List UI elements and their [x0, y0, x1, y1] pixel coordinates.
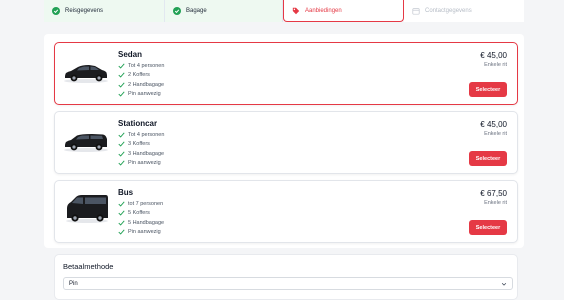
checkmark-icon [118, 229, 125, 235]
select-button[interactable]: Selecteer [469, 220, 507, 235]
checkmark-icon [118, 72, 125, 78]
select-button[interactable]: Selecteer [469, 151, 507, 166]
checkmark-icon [118, 82, 125, 88]
price: € 45,00 [480, 120, 507, 129]
step-label: Bagage [186, 8, 207, 14]
vehicle-card-sedan[interactable]: Sedan Tot 4 personen 2 Koffers 2 Handbag… [54, 42, 518, 105]
payment-method-select[interactable]: Pin [63, 277, 513, 290]
checkmark-icon [118, 91, 125, 97]
feature-item: 2 Handbagage [118, 80, 164, 90]
stationcar-image [62, 126, 110, 154]
step-reisgegevens[interactable]: Reisgegevens [44, 0, 165, 22]
step-label: Reisgegevens [65, 8, 104, 14]
ride-type: Enkele rit [484, 62, 507, 68]
calendar-icon [412, 7, 420, 15]
step-label: Aanbiedingen [305, 7, 342, 14]
checkmark-icon [118, 210, 125, 216]
checkmark-icon [118, 160, 125, 166]
progress-stepper: Reisgegevens Bagage Aanbiedingen Contact… [44, 0, 524, 22]
checkmark-icon [118, 63, 125, 69]
vehicle-name: Sedan [118, 50, 143, 59]
step-aanbiedingen[interactable]: Aanbiedingen [283, 0, 404, 22]
tag-icon [292, 7, 300, 15]
price: € 45,00 [480, 51, 507, 60]
payment-title: Betaalmethode [63, 262, 114, 271]
feature-item: Pin aanwezig [118, 159, 164, 169]
vehicle-card-stationcar[interactable]: Stationcar Tot 4 personen 3 Koffers 3 Ha… [54, 111, 518, 174]
offers-panel: Sedan Tot 4 personen 2 Koffers 2 Handbag… [44, 34, 524, 248]
vehicle-name: Stationcar [118, 119, 158, 128]
checkmark-icon [118, 151, 125, 157]
feature-item: Tot 4 personen [118, 130, 164, 140]
checkmark-icon [118, 220, 125, 226]
select-button[interactable]: Selecteer [469, 82, 507, 97]
feature-item: 3 Handbagage [118, 149, 164, 159]
vehicle-name: Bus [118, 188, 134, 197]
vehicle-card-bus[interactable]: Bus tot 7 personen 5 Koffers 5 Handbagag… [54, 180, 518, 243]
sedan-image [62, 57, 110, 85]
feature-item: tot 7 personen [118, 199, 164, 209]
step-bagage[interactable]: Bagage [165, 0, 283, 22]
check-circle-icon [173, 7, 181, 15]
price: € 67,50 [480, 189, 507, 198]
feature-item: 5 Koffers [118, 209, 164, 219]
checkmark-icon [118, 132, 125, 138]
ride-type: Enkele rit [484, 131, 507, 137]
checkmark-icon [118, 141, 125, 147]
step-label: Contactgegevens [425, 8, 472, 14]
payment-method-value: Pin [69, 280, 78, 287]
payment-section: Betaalmethode Pin [54, 254, 518, 300]
check-circle-icon [52, 7, 60, 15]
ride-type: Enkele rit [484, 200, 507, 206]
feature-item: 5 Handbagage [118, 218, 164, 228]
bus-image [64, 191, 110, 225]
feature-item: 3 Koffers [118, 140, 164, 150]
step-contactgegevens: Contactgegevens [404, 0, 524, 22]
checkmark-icon [118, 201, 125, 207]
feature-item: Pin aanwezig [118, 90, 164, 100]
feature-item: Pin aanwezig [118, 228, 164, 238]
feature-item: Tot 4 personen [118, 61, 164, 71]
chevron-down-icon [501, 282, 507, 286]
feature-item: 2 Koffers [118, 71, 164, 81]
